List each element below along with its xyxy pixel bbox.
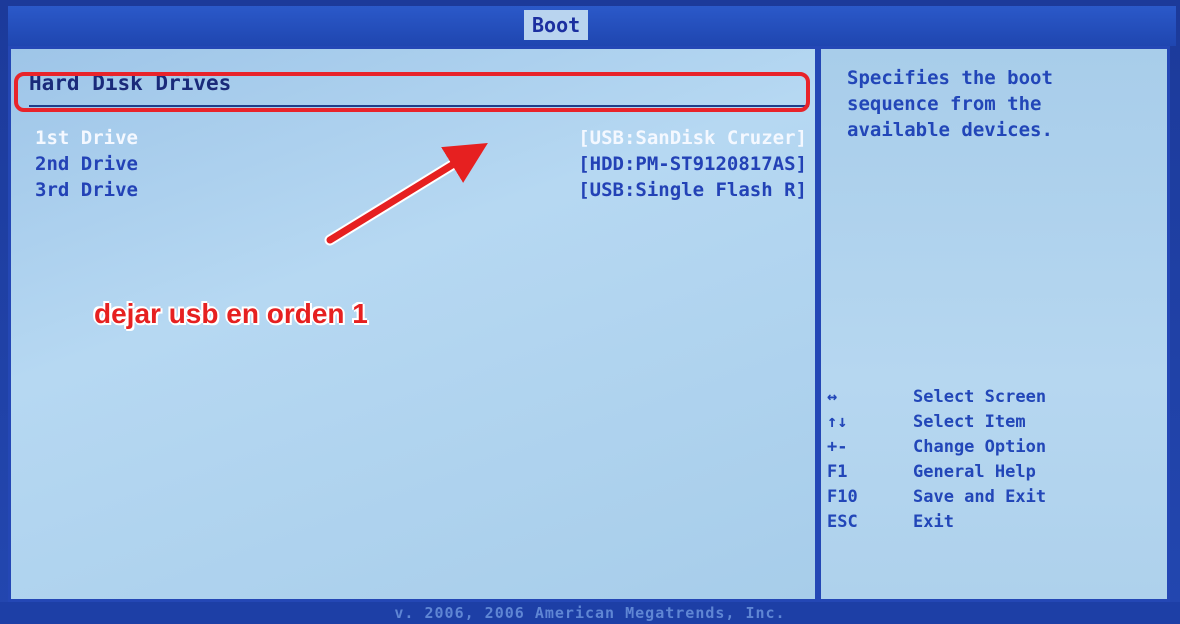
key-legend-row: ESC Exit [827, 512, 1167, 537]
key-legend-row: ↑↓ Select Item [827, 412, 1167, 437]
plus-minus-key: +- [827, 437, 848, 457]
key-description: Change Option [913, 437, 1047, 457]
annotation-arrow-icon [324, 143, 488, 246]
key-legend-row: F1 General Help [827, 462, 1167, 487]
key-description: Select Item [913, 412, 1026, 432]
key-legend: ↔ Select Screen ↑↓ Select Item +- Change… [827, 387, 1167, 537]
bios-menu-bar: Boot [8, 6, 1176, 46]
up-down-arrow-icon: ↑↓ [827, 412, 848, 432]
key-legend-row: ↔ Select Screen [827, 387, 1167, 412]
highlight-box [14, 72, 810, 112]
f1-key: F1 [827, 462, 848, 482]
key-description: Save and Exit [913, 487, 1047, 507]
drive-value[interactable]: [USB:Single Flash R] [578, 179, 807, 201]
annotation-label: dejar usb en orden 1 [94, 298, 368, 329]
help-description: Specifies the boot sequence from the ava… [847, 67, 1053, 141]
key-description: Select Screen [913, 387, 1047, 407]
drive-value[interactable]: [HDD:PM-ST9120817AS] [578, 153, 807, 175]
tab-boot[interactable]: Boot [524, 10, 589, 40]
drive-label: 2nd Drive [35, 153, 138, 175]
drive-label: 1st Drive [35, 127, 138, 149]
esc-key: ESC [827, 512, 858, 532]
key-legend-row: F10 Save and Exit [827, 487, 1167, 512]
drive-label: 3rd Drive [35, 179, 138, 201]
key-description: General Help [913, 462, 1036, 482]
left-right-arrow-icon: ↔ [827, 387, 838, 407]
f10-key: F10 [827, 487, 858, 507]
key-description: Exit [913, 512, 954, 532]
help-panel: Specifies the boot sequence from the ava… [818, 46, 1170, 602]
bios-screen: Boot Hard Disk Drives 1st Drive [USB:San… [0, 0, 1180, 624]
drive-value[interactable]: [USB:SanDisk Cruzer] [578, 127, 807, 149]
bios-footer: v. 2006, 2006 American Megatrends, Inc. [0, 602, 1180, 624]
key-legend-row: +- Change Option [827, 437, 1167, 462]
